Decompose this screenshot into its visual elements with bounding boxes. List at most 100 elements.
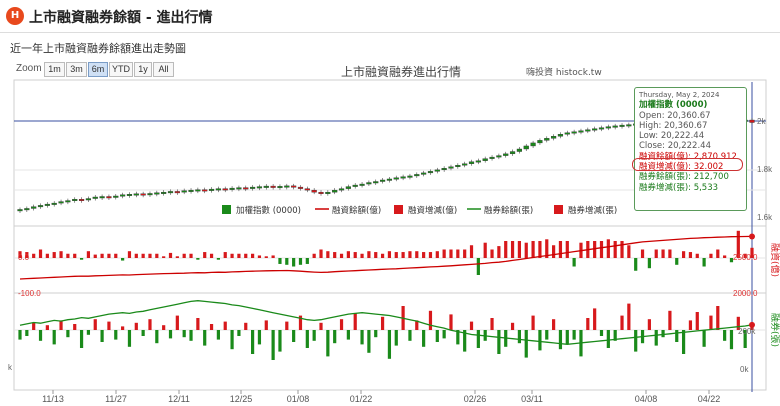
tooltip: Thursday, May 2, 2024 加權指數 (0000) Open: …	[632, 87, 747, 211]
margin-change-bar	[86, 251, 91, 258]
margin-change-bar	[127, 251, 132, 258]
short-change-bar	[497, 330, 501, 354]
short-change-bar	[114, 330, 118, 340]
margin-change-bar	[688, 252, 693, 258]
short-change-bar	[702, 330, 706, 347]
margin-change-bar	[319, 249, 323, 258]
candle	[72, 199, 78, 201]
candle	[181, 190, 187, 193]
margin-change-bar	[79, 258, 84, 260]
short-change-bar	[326, 330, 330, 357]
candle	[284, 185, 290, 188]
short-change-bar	[155, 330, 159, 344]
margin-change-bar	[168, 252, 173, 258]
tooltip-date: Thursday, May 2, 2024	[639, 91, 720, 99]
margin-change-bar	[599, 241, 604, 258]
short-change-bar	[572, 330, 576, 340]
short-change-bar	[86, 330, 91, 335]
candle	[598, 127, 605, 130]
margin-change-bar	[435, 251, 439, 258]
short-change-bar	[66, 330, 70, 338]
candle	[414, 174, 420, 177]
margin-change-bar	[278, 258, 282, 264]
x-axis-label: 01/22	[350, 394, 373, 404]
short-axis-label-2: 0k	[740, 365, 749, 374]
candle	[17, 209, 23, 212]
candle	[325, 191, 331, 194]
margin-change-bar	[483, 242, 487, 258]
x-axis-label: 03/11	[521, 394, 543, 404]
candle	[434, 169, 440, 172]
margin-change-bar	[196, 258, 200, 260]
candle	[174, 191, 180, 194]
margin-change-bar	[558, 241, 563, 258]
candle	[564, 132, 570, 135]
short-change-bar	[271, 330, 275, 360]
short-change-bar	[599, 330, 604, 336]
short-change-bar	[510, 322, 515, 330]
margin-change-bar	[695, 253, 699, 258]
short-change-bar	[469, 321, 474, 330]
short-change-bar	[93, 319, 97, 330]
candle	[106, 196, 112, 199]
candle	[263, 185, 269, 188]
candle	[208, 188, 215, 191]
short-change-bar	[387, 330, 392, 359]
margin-change-bar	[510, 241, 515, 258]
margin-change-bar	[305, 258, 309, 264]
tooltip-row-close: Close: 20,222.44	[639, 141, 711, 152]
margin-axis-label-2: 2500.0	[733, 253, 758, 262]
x-axis-label: 11/13	[42, 394, 64, 404]
margin-change-bar	[497, 246, 501, 258]
margin-change-bar	[100, 253, 104, 258]
short-change-bar	[353, 313, 357, 330]
short-change-bar	[339, 319, 344, 330]
short-change-bar	[380, 316, 385, 330]
margin-change-bar	[148, 253, 152, 258]
short-change-bar	[305, 330, 309, 348]
short-change-bar	[45, 325, 49, 330]
candle	[126, 194, 133, 196]
margin-change-bar	[552, 245, 556, 258]
right-axis-title-1: 融券(張)	[769, 313, 780, 347]
margin-change-bar	[634, 258, 638, 271]
short-change-bar	[490, 318, 494, 330]
candle	[619, 124, 625, 127]
candle	[277, 186, 283, 189]
margin-change-bar	[203, 252, 207, 258]
candle	[379, 179, 386, 182]
short-change-bar	[278, 330, 282, 352]
short-change-bar	[216, 330, 220, 340]
margin-change-bar	[565, 241, 569, 258]
candle	[51, 202, 57, 205]
margin-change-bar	[216, 258, 220, 260]
candle	[229, 187, 235, 190]
candle	[133, 193, 139, 196]
short-change-bar	[148, 319, 152, 330]
short-change-bar	[264, 320, 268, 330]
candle	[236, 187, 242, 190]
short-change-bar	[647, 319, 651, 330]
margin-axis-label-1: -100.0	[18, 289, 41, 298]
short-change-bar	[531, 315, 535, 330]
margin-change-bar	[346, 251, 350, 258]
margin-change-bar	[264, 256, 268, 258]
short-axis-label-0: k	[8, 363, 13, 372]
margin-change-bar	[449, 249, 453, 258]
price-axis-label: 1.6k	[757, 213, 773, 222]
candle	[161, 191, 167, 194]
short-change-bar	[517, 330, 522, 344]
short-change-bar	[79, 330, 84, 348]
margin-change-bar	[250, 253, 255, 258]
short-change-bar	[442, 330, 446, 339]
price-axis-label: 2k	[757, 117, 766, 126]
candle	[441, 168, 447, 171]
short-change-bar	[292, 330, 296, 342]
margin-change-bar	[572, 258, 576, 267]
margin-change-bar	[387, 251, 392, 258]
margin-change-bar	[647, 258, 651, 269]
short-change-bar	[558, 330, 563, 350]
candle	[345, 186, 351, 189]
margin-change-bar	[353, 252, 357, 258]
short-axis-label-1: 200k	[738, 327, 756, 336]
